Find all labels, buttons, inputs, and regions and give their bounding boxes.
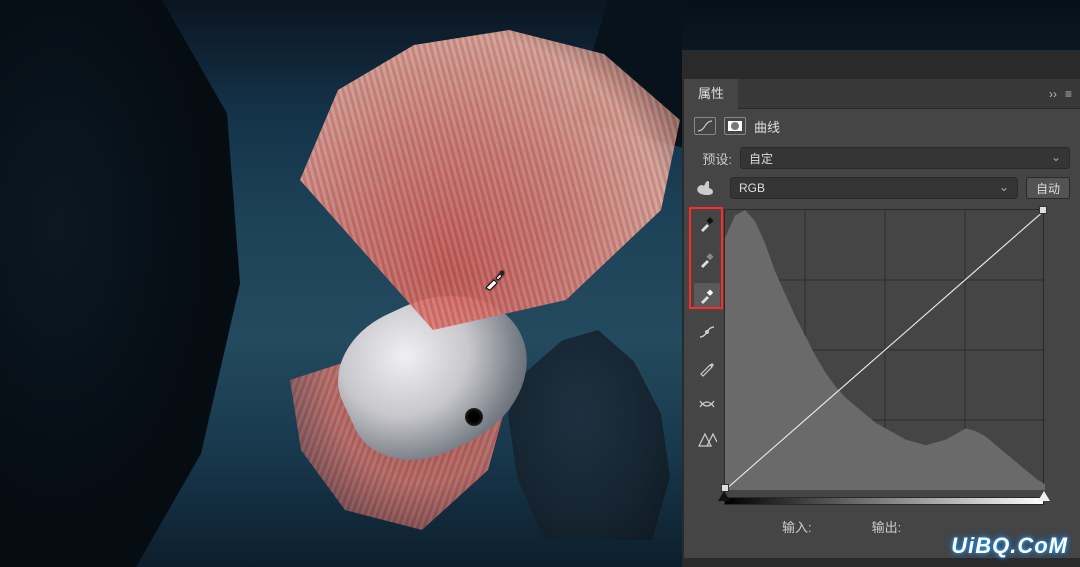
eyedropper-black-point[interactable] xyxy=(694,211,720,237)
preset-value: 自定 xyxy=(749,150,773,167)
watermark: UiBQ.CoM xyxy=(951,533,1068,559)
eyedropper-gray-point[interactable] xyxy=(694,247,720,273)
targeted-adjust-icon[interactable] xyxy=(694,178,722,199)
curves-tool-column xyxy=(690,209,724,536)
input-slider[interactable] xyxy=(724,493,1044,509)
channel-row: RGB 自动 xyxy=(684,173,1080,203)
adjustment-type-row: 曲线 xyxy=(684,109,1080,143)
gradient-bar xyxy=(724,497,1044,505)
fish-eye xyxy=(465,408,483,426)
input-label: 输入: xyxy=(782,517,812,536)
curves-svg xyxy=(725,210,1045,490)
channel-dropdown[interactable]: RGB xyxy=(730,177,1018,199)
curves-adjustment-icon xyxy=(694,117,716,135)
layer-mask-icon xyxy=(724,117,746,135)
auto-button[interactable]: 自动 xyxy=(1026,177,1070,199)
collapse-icon[interactable]: ›› xyxy=(1049,87,1057,101)
panel-menu-icon[interactable]: ≡ xyxy=(1065,87,1072,101)
canvas-artwork[interactable] xyxy=(0,0,682,567)
tree-left xyxy=(0,0,240,567)
adjustment-type-label: 曲线 xyxy=(754,117,780,136)
properties-tab[interactable]: 属性 xyxy=(684,79,738,109)
eyedropper-white-point[interactable] xyxy=(694,283,720,309)
pencil-tool[interactable] xyxy=(694,355,720,381)
curve-point-tool[interactable] xyxy=(694,319,720,345)
channel-value: RGB xyxy=(739,181,765,195)
output-label: 输出: xyxy=(872,517,902,536)
curves-graph-area: 输入: 输出: xyxy=(724,209,1070,536)
black-point-slider[interactable] xyxy=(718,491,730,501)
preset-row: 预设: 自定 xyxy=(684,143,1080,173)
io-labels: 输入: 输出: xyxy=(724,509,1070,536)
panel-upper-gap xyxy=(682,0,1080,78)
panel-tab-bar: 属性 ›› ≡ xyxy=(684,79,1080,109)
white-point-slider[interactable] xyxy=(1038,491,1050,501)
curve-handle-white[interactable] xyxy=(1039,206,1047,214)
curves-graph[interactable] xyxy=(724,209,1044,489)
eyedropper-cursor xyxy=(484,268,506,293)
clip-warning-tool[interactable] xyxy=(694,427,720,453)
properties-panel: 属性 ›› ≡ 曲线 预设: 自定 RGB 自动 xyxy=(684,78,1080,558)
preset-label: 预设: xyxy=(694,149,732,168)
smooth-curve-tool[interactable] xyxy=(694,391,720,417)
preset-dropdown[interactable]: 自定 xyxy=(740,147,1070,169)
curves-body: 输入: 输出: xyxy=(684,203,1080,536)
